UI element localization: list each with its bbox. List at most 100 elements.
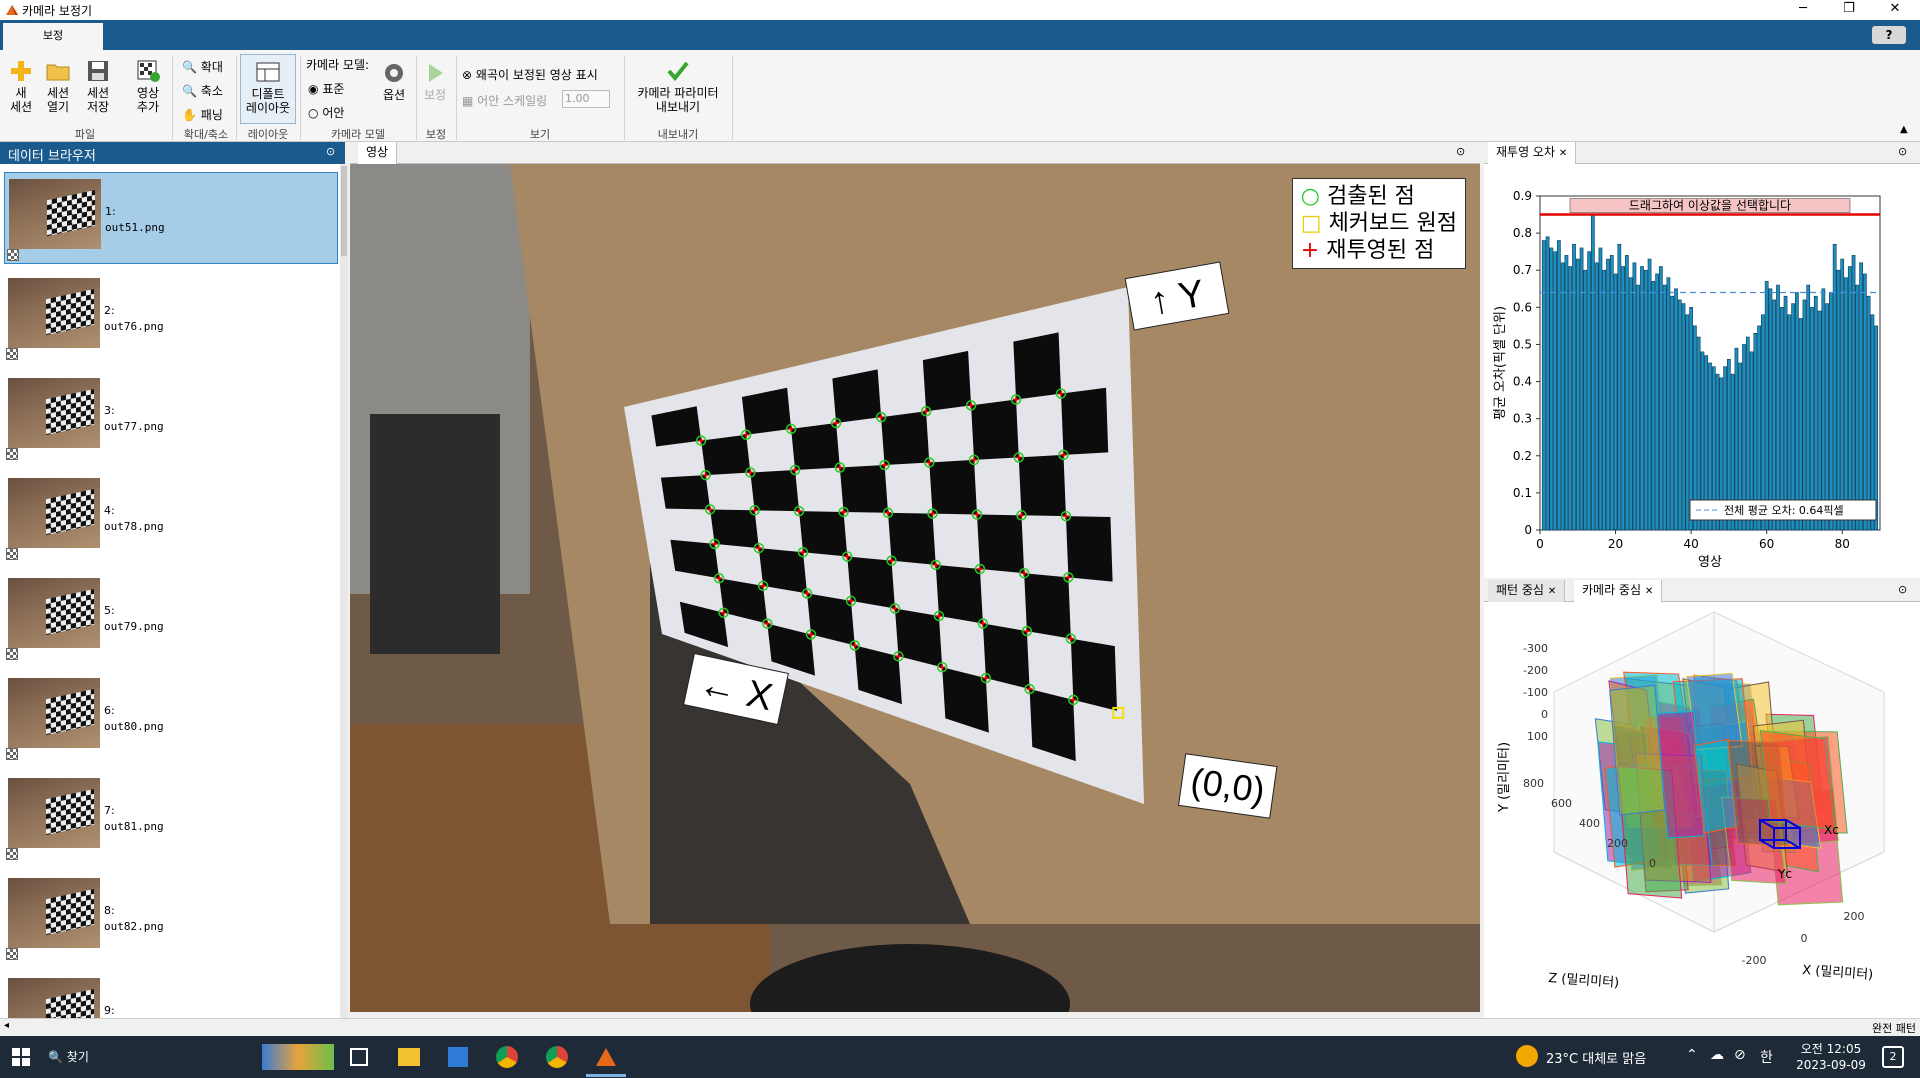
error-bar[interactable] [1643,269,1648,531]
error-bar[interactable] [1764,281,1769,531]
open-session-button[interactable]: 세션 열기 [40,58,76,114]
error-bar[interactable] [1795,292,1799,531]
browser-item[interactable]: 8: out82.png [4,872,338,964]
error-bar[interactable] [1666,277,1671,531]
error-bar[interactable] [1670,295,1675,531]
fisheye-radio[interactable]: ○ 어안 [308,104,344,121]
error-bar[interactable] [1564,255,1569,531]
chrome-profile-icon[interactable] [546,1046,568,1068]
error-bar[interactable] [1859,262,1863,531]
error-bar[interactable] [1863,273,1867,531]
close-tab-icon[interactable]: ✕ [1548,586,1556,597]
panel-options-icon[interactable]: ⊙ [326,145,335,158]
error-bar[interactable] [1810,307,1814,531]
error-bar[interactable] [1560,262,1565,531]
error-bar[interactable] [1779,307,1784,531]
export-parameters-button[interactable]: 카메라 파라미터 내보내기 [630,58,726,114]
browser-item[interactable]: 4: out78.png [4,472,338,564]
error-bar[interactable] [1757,325,1761,531]
error-bar[interactable] [1587,251,1591,531]
error-bar[interactable] [1791,303,1795,531]
error-bar[interactable] [1553,251,1557,531]
error-bar[interactable] [1591,214,1595,531]
clock-time[interactable]: 오전 12:05 [1796,1040,1866,1057]
options-button[interactable]: 옵션 [378,60,410,102]
panel-options-icon[interactable]: ⊙ [1456,145,1465,158]
matlab-taskbar-icon[interactable] [594,1046,618,1068]
error-bar[interactable] [1813,295,1818,531]
save-session-button[interactable]: 세션 저장 [80,58,116,114]
file-explorer-icon[interactable] [398,1048,420,1066]
tab-pattern-centric[interactable]: 패턴 중심 ✕ [1488,580,1566,602]
show-undistorted-button[interactable]: ⊗ 왜곡이 보정된 영상 표시 [462,66,598,83]
close-button[interactable]: ✕ [1872,0,1918,20]
error-bar[interactable] [1829,292,1833,531]
error-bar[interactable] [1602,269,1607,531]
error-bar[interactable] [1851,255,1856,531]
error-bar[interactable] [1640,266,1644,531]
taskbar-widget-icon[interactable] [262,1044,334,1070]
error-bar[interactable] [1870,314,1875,531]
error-bar[interactable] [1617,243,1622,531]
image-viewer[interactable]: ↑ Y ← X (0,0) ○ 검출된 점 □ 체커보드 원점 + 재투영된 점 [350,164,1480,1012]
browser-item[interactable]: 7: out81.png [4,772,338,864]
extrinsics-3d-plot[interactable]: Xc Yc Y (밀리미터) Z (밀리미터) X (밀리미터) -300 -20… [1484,602,1920,1018]
browser-item[interactable]: 3: out77.png [4,372,338,464]
error-bar[interactable] [1836,269,1841,531]
error-bar[interactable] [1685,314,1690,531]
notification-icon[interactable]: 2 [1882,1046,1904,1068]
error-bar[interactable] [1874,325,1879,531]
browser-item[interactable]: 2: out76.png [4,272,338,364]
error-bar[interactable] [1806,284,1811,531]
error-bar[interactable] [1568,266,1573,531]
calibrate-button[interactable]: 보정 [420,60,450,102]
error-bar[interactable] [1659,266,1663,531]
error-bar[interactable] [1606,258,1610,531]
error-bar[interactable] [1575,258,1580,531]
error-bar[interactable] [1802,299,1807,531]
browser-scrollbar[interactable] [340,164,348,1018]
help-button[interactable]: ? [1872,26,1906,44]
error-bar[interactable] [1636,284,1641,531]
error-bar[interactable] [1783,295,1788,531]
weather-text[interactable]: 23°C 대체로 맑음 [1546,1048,1646,1067]
error-bar[interactable] [1776,284,1780,531]
reprojection-error-chart[interactable]: 0 0.1 0.2 0.3 0.4 0.5 0.6 0.7 0.8 0.9 0 20 40 60 80 드래그… [1484,164,1920,578]
error-bar[interactable] [1798,318,1803,531]
tab-image[interactable]: 영상 [358,142,398,164]
default-layout-button[interactable]: 디폴트 레이아웃 [240,54,296,124]
error-bar[interactable] [1840,258,1845,531]
error-bar[interactable] [1787,314,1792,531]
collapse-ribbon-icon[interactable]: ▲ [1900,124,1908,135]
tab-calibration[interactable]: 보정 [3,23,103,50]
error-bar[interactable] [1621,266,1625,531]
network-icon[interactable]: ⊘ [1734,1047,1746,1063]
zoom-in-button[interactable]: 🔍 확대 [182,58,223,75]
error-bar[interactable] [1545,236,1550,531]
tray-chevron-icon[interactable]: ⌃ [1686,1047,1698,1063]
scroll-left-icon[interactable]: ◂ [4,1020,9,1031]
error-bar[interactable] [1855,284,1860,531]
zoom-out-button[interactable]: 🔍 축소 [182,82,223,99]
error-bar[interactable] [1549,247,1554,531]
error-bar[interactable] [1821,288,1826,531]
error-bar[interactable] [1647,258,1652,531]
error-bar[interactable] [1681,303,1686,531]
chrome-icon[interactable] [496,1046,518,1068]
error-bar[interactable] [1613,273,1618,531]
panel-options-icon[interactable]: ⊙ [1898,145,1907,158]
panel-options-icon[interactable]: ⊙ [1898,583,1907,596]
error-bar[interactable] [1609,255,1614,531]
onedrive-icon[interactable]: ☁ [1710,1047,1724,1063]
browser-item[interactable]: 1: out51.png [4,172,338,264]
error-bar[interactable] [1674,288,1678,531]
error-bar[interactable] [1677,299,1682,531]
pan-button[interactable]: ✋ 패닝 [182,106,223,123]
extrinsics-view[interactable]: Xc Yc Y (밀리미터) Z (밀리미터) X (밀리미터) -300 -20… [1484,602,1920,1018]
store-icon[interactable] [448,1047,468,1067]
browser-item[interactable]: 6: out80.png [4,672,338,764]
error-bar[interactable] [1583,269,1588,531]
error-bar[interactable] [1844,277,1848,531]
error-bar[interactable] [1693,325,1697,531]
standard-radio[interactable]: ◉ 표준 [308,80,344,97]
